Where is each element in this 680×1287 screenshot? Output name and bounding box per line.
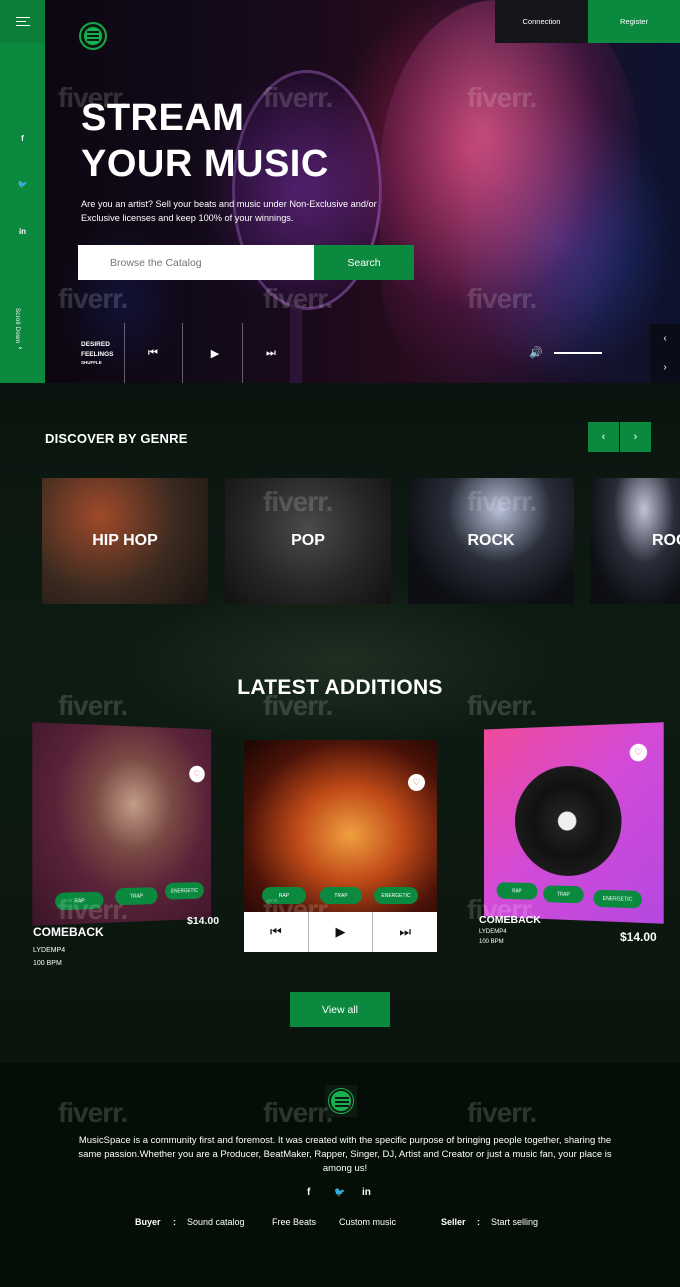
tag-energetic[interactable]: ENERGETIC — [593, 889, 642, 909]
chevron-down-icon[interactable]: ⌄ — [17, 342, 24, 351]
genre-label: ROCK — [467, 532, 515, 549]
watermark: fiverr. — [58, 1097, 128, 1128]
watermark: fiverr. — [263, 486, 333, 517]
shuffle-label: SHUFFLE — [81, 360, 102, 365]
hero-nav: ‹ › — [650, 324, 680, 383]
vinyl-record-image — [515, 764, 622, 878]
heart-icon[interactable]: ♡ — [629, 743, 648, 762]
play-icon[interactable]: ▶ — [207, 346, 223, 360]
watermark: fiverr. — [263, 82, 333, 113]
linkedin-icon[interactable]: in — [362, 1187, 371, 1198]
volume-slider[interactable] — [554, 352, 602, 354]
search-button[interactable]: Search — [314, 245, 414, 280]
scroll-down-label[interactable]: Scroll Down — [14, 308, 20, 343]
track-bpm: 100 BPM — [33, 960, 62, 967]
genre-label: HIP HOP — [92, 532, 158, 549]
track-bpm: 100 BPM — [479, 939, 504, 945]
footer-link-custom-music[interactable]: Custom music — [339, 1217, 396, 1227]
track-price: $14.00 — [187, 915, 220, 927]
track-card-middle[interactable]: ♡ RAP TRAP ENERGETIC — [244, 740, 437, 912]
genre-card-hip-hop[interactable]: HIP HOP — [42, 478, 208, 604]
track-title[interactable]: COMEBACK — [33, 925, 104, 939]
twitter-icon[interactable]: 🐦 — [0, 180, 45, 189]
hero-description: Are you an artist? Sell your beats and m… — [81, 199, 377, 223]
hero-overlay — [0, 0, 680, 383]
footer-link-start-selling[interactable]: Start selling — [491, 1217, 538, 1227]
next-icon[interactable]: ⏭ — [263, 346, 279, 360]
register-button[interactable]: Register — [588, 0, 680, 43]
prev-icon[interactable]: ⏮ — [145, 346, 161, 360]
watermark: fiverr. — [467, 1097, 537, 1128]
hero-banner — [0, 0, 680, 383]
watermark: fiverr. — [263, 690, 333, 721]
track-name-line2: FEELINGS — [81, 351, 114, 358]
catalog-search-input[interactable] — [78, 245, 314, 280]
hamburger-icon — [15, 17, 30, 26]
facebook-icon[interactable]: f — [0, 134, 45, 143]
connection-button[interactable]: Connection — [495, 0, 588, 43]
watermark: fiverr. — [467, 486, 537, 517]
track-name-line1: DESIRED — [81, 341, 110, 348]
watermark: fiverr. — [263, 894, 333, 925]
separator: : — [173, 1217, 176, 1227]
hero-title-line2: YOUR MUSIC — [81, 143, 329, 185]
watermark: fiverr. — [467, 894, 537, 925]
volume-icon[interactable]: 🔊 — [529, 346, 543, 359]
watermark: fiverr. — [263, 283, 333, 314]
chevron-right-icon[interactable]: › — [650, 353, 680, 382]
genre-next-button[interactable]: › — [620, 422, 651, 452]
logo[interactable] — [79, 22, 107, 50]
menu-button[interactable] — [0, 0, 45, 43]
watermark: fiverr. — [58, 82, 128, 113]
page: f 🐦 in Scroll Down ⌄ Connection Register… — [0, 0, 680, 1287]
genre-section-title: DISCOVER BY GENRE — [45, 431, 188, 446]
seller-label: Seller — [441, 1217, 466, 1227]
tag-energetic[interactable]: ENERGETIC — [374, 887, 418, 904]
watermark: fiverr. — [263, 1097, 333, 1128]
linkedin-icon[interactable]: in — [0, 227, 45, 236]
divider — [182, 323, 183, 383]
now-playing: DESIRED FEELINGS SHUFFLE — [81, 340, 114, 366]
track-artist: LYDEMP4 — [33, 947, 66, 954]
footer-link-free-beats[interactable]: Free Beats — [272, 1217, 316, 1227]
globe-logo-icon — [328, 1088, 354, 1114]
sidebar — [0, 0, 45, 383]
track-artist: LYDEMP4 — [479, 929, 507, 935]
watermark: fiverr. — [58, 283, 128, 314]
tag-trap[interactable]: TRAP — [543, 885, 584, 904]
watermark: fiverr. — [467, 283, 537, 314]
heart-icon[interactable]: ♡ — [408, 774, 425, 791]
genre-prev-button[interactable]: ‹ — [588, 422, 619, 452]
genre-card-rock-2[interactable]: ROCK — [590, 478, 680, 604]
buyer-label: Buyer — [135, 1217, 161, 1227]
watermark: fiverr. — [467, 82, 537, 113]
heart-icon[interactable]: ♡ — [189, 765, 205, 783]
view-all-button[interactable]: View all — [290, 992, 390, 1027]
next-icon[interactable]: ⏭ — [373, 912, 437, 952]
globe-logo-icon — [84, 27, 102, 45]
divider — [124, 323, 125, 383]
watermark: fiverr. — [58, 894, 128, 925]
footer-about-text: MusicSpace is a community first and fore… — [78, 1135, 612, 1174]
facebook-icon[interactable]: f — [307, 1187, 310, 1198]
separator: : — [477, 1217, 480, 1227]
chevron-left-icon[interactable]: ‹ — [650, 324, 680, 353]
watermark: fiverr. — [58, 690, 128, 721]
twitter-icon[interactable]: 🐦 — [334, 1187, 345, 1198]
footer-link-sound-catalog[interactable]: Sound catalog — [187, 1217, 245, 1227]
tag-energetic[interactable]: ENERGETIC — [165, 882, 204, 900]
watermark: fiverr. — [467, 690, 537, 721]
genre-label: POP — [291, 532, 325, 549]
track-price: $14.00 — [620, 930, 657, 944]
divider — [242, 323, 243, 383]
genre-label: ROCK — [652, 532, 680, 549]
